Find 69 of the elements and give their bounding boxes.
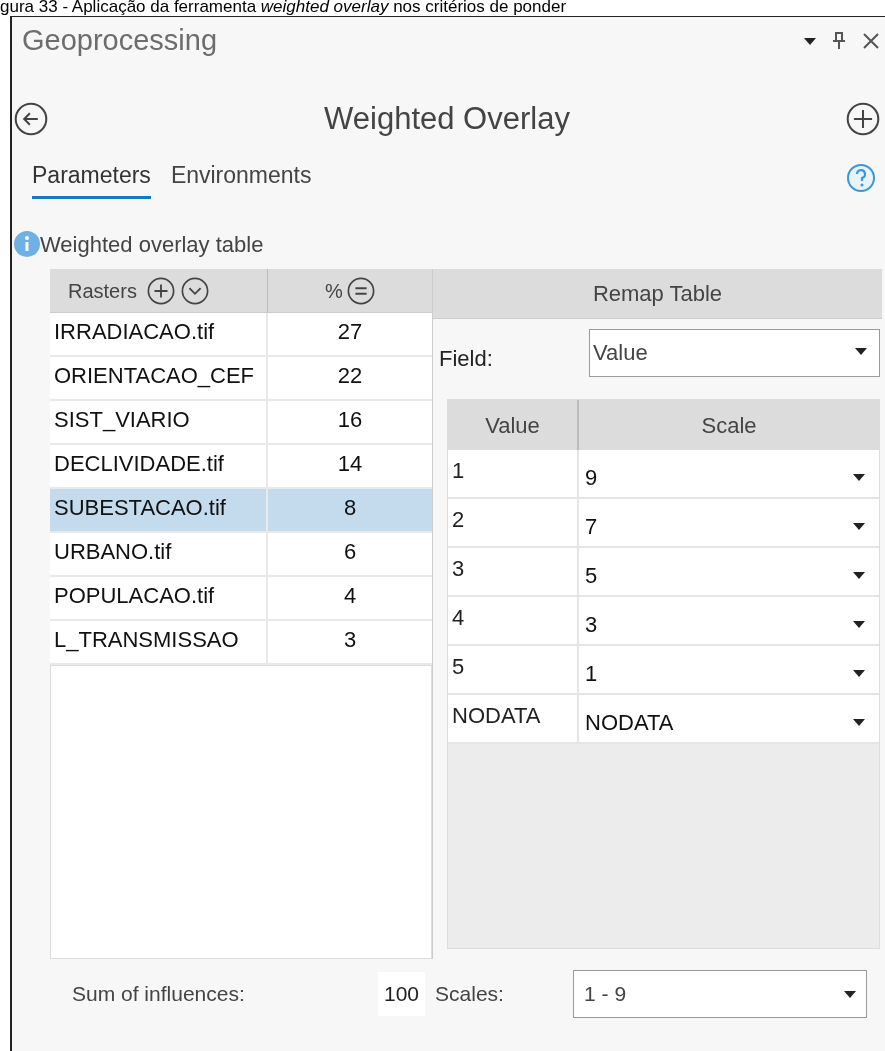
dropdown-caret-icon: [853, 670, 865, 677]
window-title: Geoprocessing: [22, 23, 218, 59]
pin-icon[interactable]: [832, 32, 846, 50]
table-cell: 4: [448, 597, 579, 644]
table-row[interactable]: SUBESTACAO.tif 8: [50, 489, 432, 533]
table-cell: SIST_VIARIO: [50, 401, 268, 443]
equals-icon[interactable]: [346, 276, 375, 305]
column-header: Rasters: [68, 278, 137, 304]
dropdown-caret-icon: [853, 572, 865, 579]
dropdown-caret-icon: [853, 719, 865, 726]
tab[interactable]: Environments: [170, 157, 312, 199]
add-icon[interactable]: [146, 276, 175, 305]
scales-dropdown[interactable]: 1 - 9: [573, 970, 868, 1018]
parameter-label: Weighted overlay table: [40, 230, 264, 259]
table-cell-text: 16: [336, 406, 364, 434]
table-cell: 5: [448, 646, 579, 693]
close-icon[interactable]: [862, 32, 880, 50]
dropdown-caret-icon: [855, 348, 867, 355]
field-label: Field:: [439, 344, 494, 373]
table-cell-text: 3: [342, 626, 358, 654]
dropdown-caret-icon: [853, 523, 865, 530]
dropdown-caret-icon: [853, 621, 865, 628]
table-row[interactable]: URBANO.tif 6: [50, 533, 432, 577]
table-cell: L_TRANSMISSAO: [50, 621, 268, 663]
scale-dropdown[interactable]: NODATA: [579, 695, 879, 742]
table-cell: DECLIVIDADE.tif: [50, 445, 268, 487]
table-cell: 2: [448, 499, 579, 546]
scale-dropdown[interactable]: 9: [579, 450, 879, 497]
table-cell-text: 22: [336, 362, 364, 390]
scale-dropdown[interactable]: 7: [579, 499, 879, 546]
column-header: %: [325, 278, 343, 304]
table-cell: POPULACAO.tif: [50, 577, 268, 619]
table-cell: ORIENTACAO_CEF: [50, 357, 268, 399]
remap-table-header: Remap Table: [433, 269, 882, 319]
table-cell-text: 4: [342, 582, 358, 610]
table-cell: 1: [448, 450, 579, 497]
scales-label: Scales:: [435, 981, 505, 1008]
sum-label: Sum of influences:: [72, 981, 246, 1008]
table-row[interactable]: SIST_VIARIO 16: [50, 401, 432, 445]
table-cell-text: 6: [342, 538, 358, 566]
tab[interactable]: Parameters: [32, 157, 151, 199]
table-cell-text: 14: [336, 450, 364, 478]
help-icon[interactable]: [846, 163, 876, 193]
table-row[interactable]: IRRADIACAO.tif 27: [50, 313, 432, 357]
table-cell: URBANO.tif: [50, 533, 268, 575]
table-row[interactable]: POPULACAO.tif 4: [50, 577, 432, 621]
tool-title: Weighted Overlay: [323, 99, 571, 138]
info-icon: [14, 231, 40, 257]
scale-dropdown[interactable]: 1: [579, 646, 879, 693]
add-icon[interactable]: [846, 102, 880, 136]
table-row[interactable]: DECLIVIDADE.tif 14: [50, 445, 432, 489]
sum-value: 100: [378, 972, 426, 1016]
dropdown-caret-icon: [853, 474, 865, 481]
scale-dropdown[interactable]: 5: [579, 548, 879, 595]
column-header: Scale: [700, 411, 758, 440]
table-cell: NODATA: [448, 695, 579, 742]
dropdown-caret-icon: [804, 37, 816, 45]
table-cell: SUBESTACAO.tif: [50, 489, 268, 531]
dropdown-caret-icon: [844, 990, 857, 998]
table-row[interactable]: ORIENTACAO_CEF 22: [50, 357, 432, 401]
table-row[interactable]: L_TRANSMISSAO 3: [50, 621, 432, 665]
table-cell-text: 27: [336, 318, 364, 346]
scale-dropdown[interactable]: 3: [579, 597, 879, 644]
figure-caption: gura 33 - Aplicação da ferramenta weighted overlay nos critérios de ponder: [0, 0, 568, 16]
table-cell: 3: [448, 548, 579, 595]
chevron-down-icon[interactable]: [180, 276, 209, 305]
table-cell-text: 8: [342, 494, 358, 522]
table-cell: IRRADIACAO.tif: [50, 313, 268, 355]
field-dropdown[interactable]: Value: [589, 329, 880, 377]
